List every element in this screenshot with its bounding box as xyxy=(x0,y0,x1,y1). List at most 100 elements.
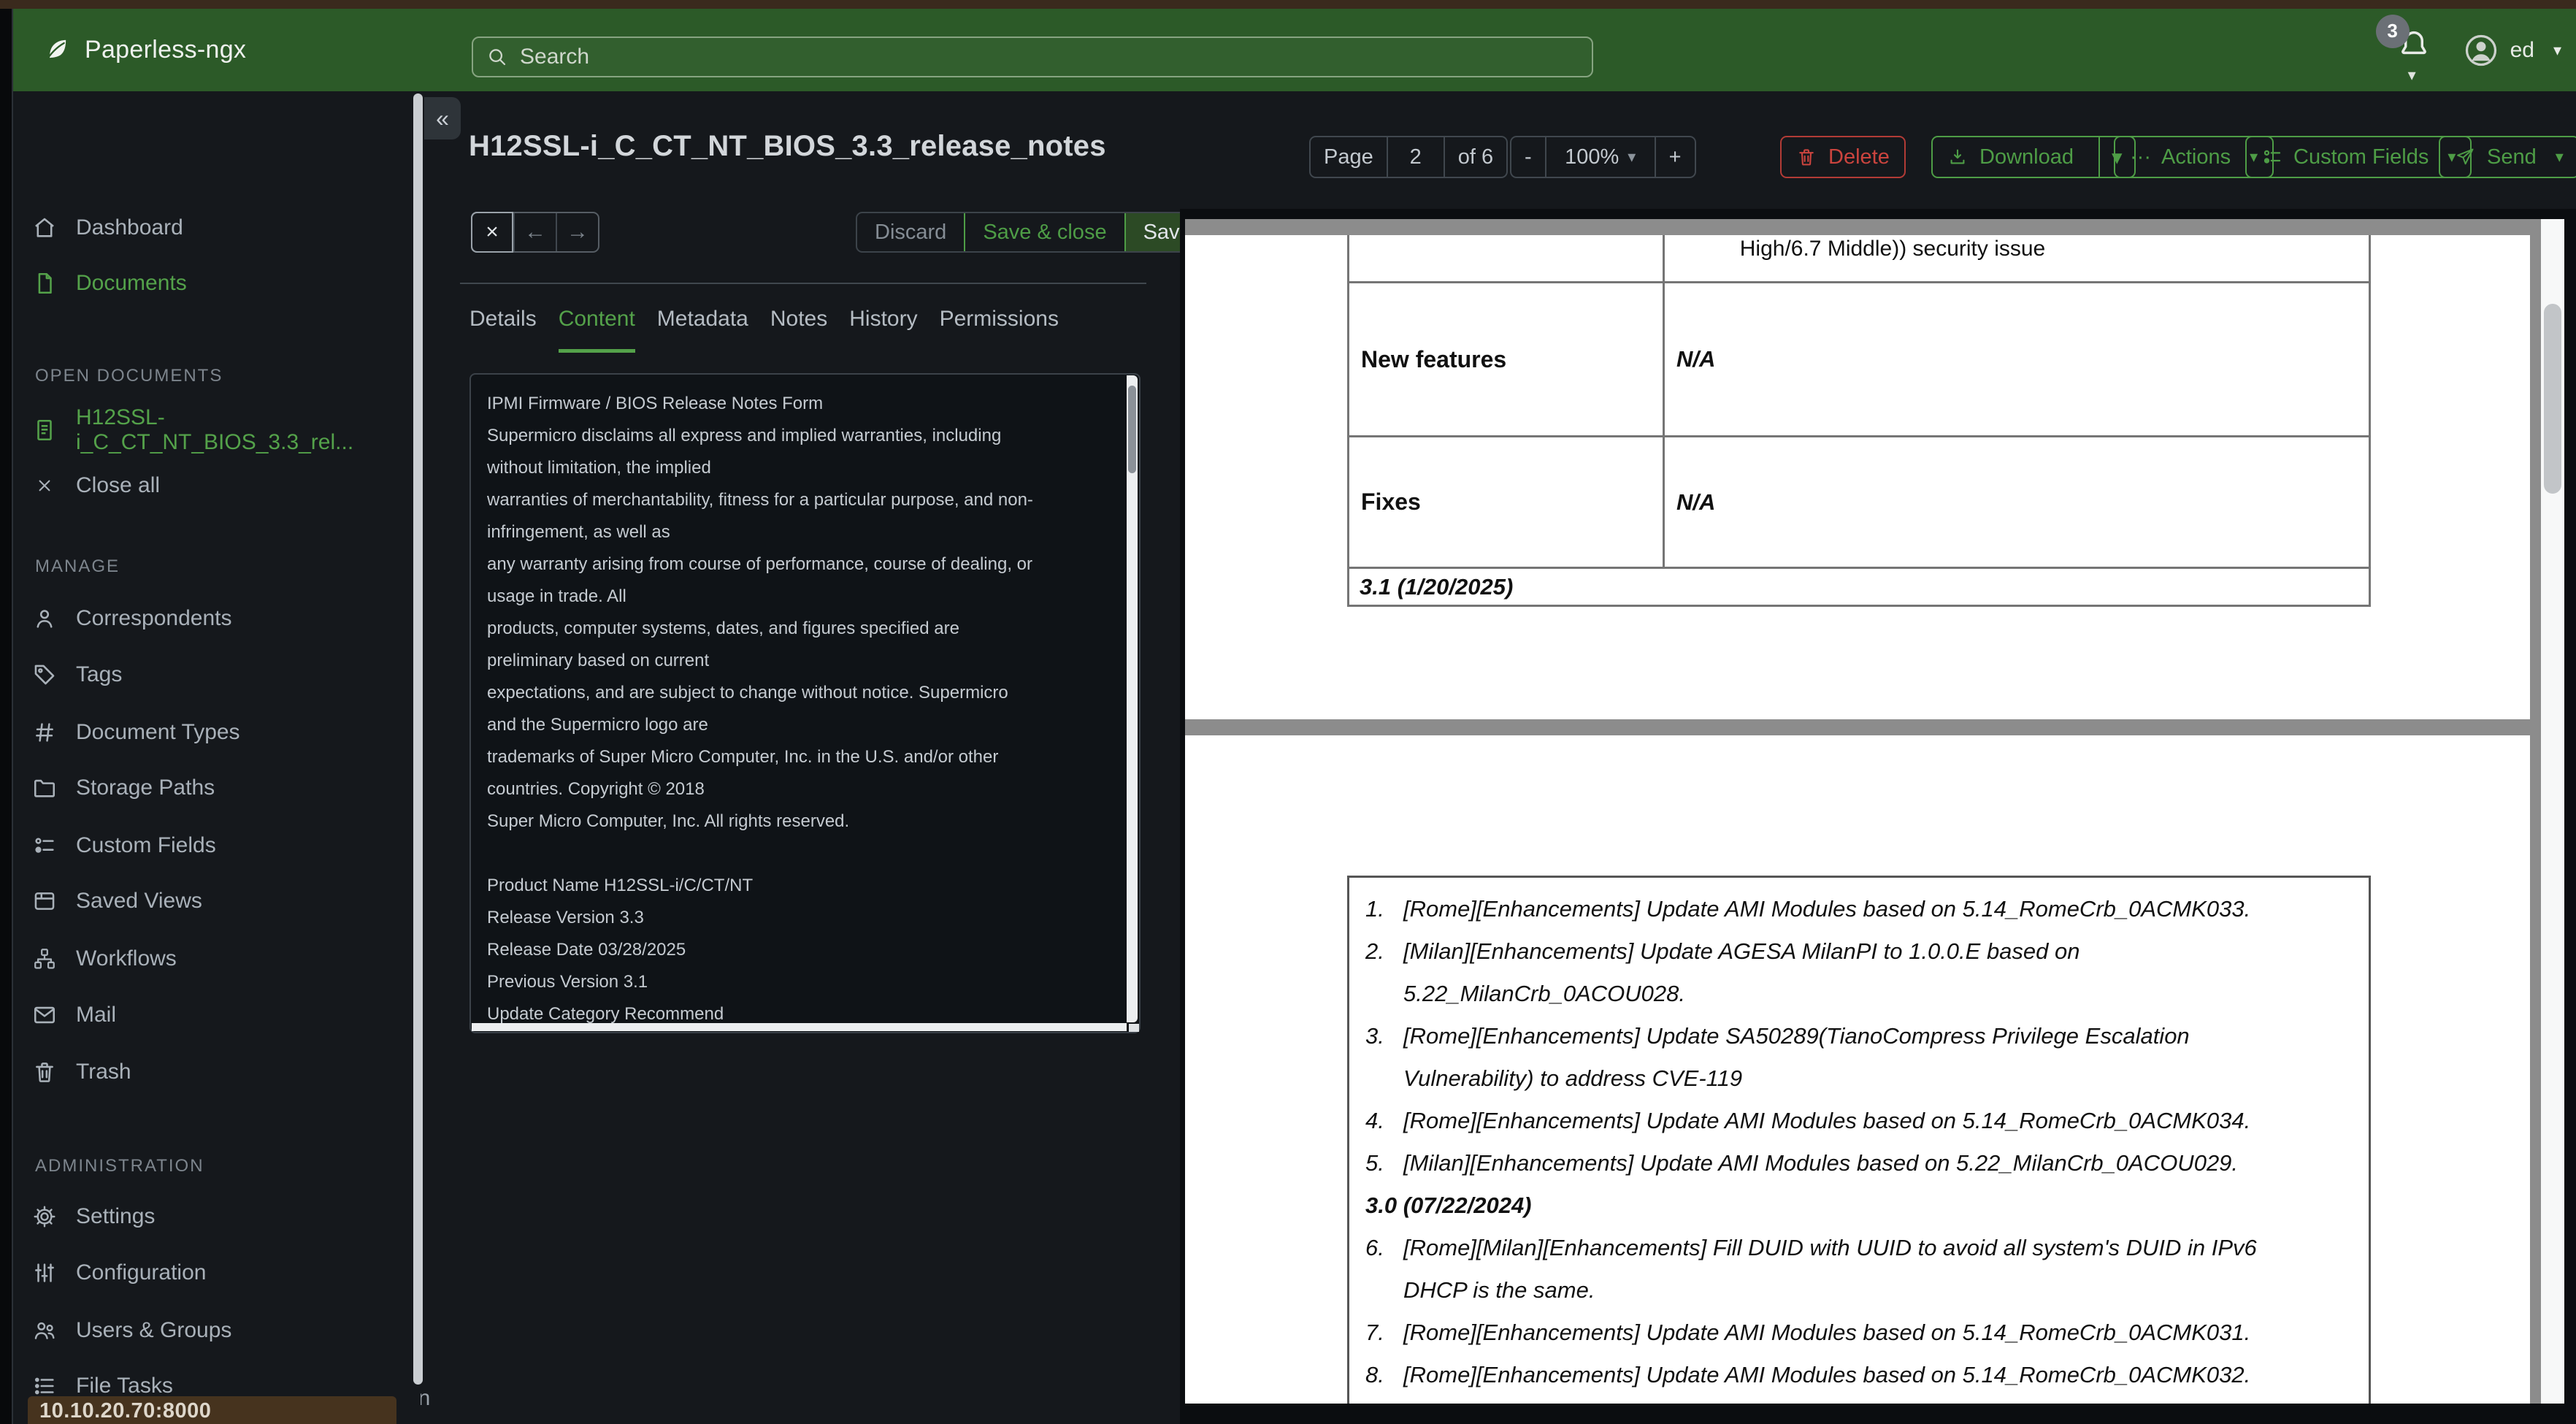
tab-permissions[interactable]: Permissions xyxy=(940,307,1059,353)
table-cell: High/6.7 Middle)) security issue xyxy=(1739,237,2046,261)
ellipsis-icon: ··· xyxy=(2130,145,2151,169)
document-tabs: Details Content Metadata Notes History P… xyxy=(469,307,1059,353)
sidebar: Dashboard Documents OPEN DOCUMENTS H12SS… xyxy=(13,91,421,1424)
zoom-level-select[interactable]: 100% ▾ xyxy=(1544,137,1655,177)
search-icon xyxy=(486,46,508,68)
sidebar-item-storage-paths[interactable]: Storage Paths xyxy=(32,766,215,810)
people-icon xyxy=(32,1318,57,1343)
close-document-button[interactable]: × xyxy=(471,212,513,253)
sidebar-close-all[interactable]: Close all xyxy=(32,464,160,508)
paperless-feather-logo-icon xyxy=(41,36,70,65)
list-number: 7. xyxy=(1365,1320,1384,1345)
sidebar-item-dashboard[interactable]: Dashboard xyxy=(32,206,183,250)
sidebar-item-users-groups[interactable]: Users & Groups xyxy=(32,1309,231,1352)
page-number-input[interactable]: 2 xyxy=(1386,137,1444,177)
tab-content[interactable]: Content xyxy=(558,307,635,353)
list-item: 1. [Rome][Enhancements] Update AMI Modul… xyxy=(1365,888,2357,930)
zoom-in-button[interactable]: + xyxy=(1654,137,1695,177)
send-button[interactable]: Send ▾ xyxy=(2439,136,2576,178)
list-text: Vulnerability) to address CVE-119 xyxy=(1403,1065,1743,1091)
sidebar-item-custom-fields[interactable]: Custom Fields xyxy=(32,824,216,868)
download-button[interactable]: Download xyxy=(1933,137,2088,177)
list-number: 9. xyxy=(1365,1396,1384,1404)
sidebar-item-workflows[interactable]: Workflows xyxy=(32,937,177,981)
discard-button[interactable]: Discard xyxy=(857,213,964,251)
content-resize-grip[interactable] xyxy=(1129,1024,1139,1032)
table-cell-label: Fixes xyxy=(1349,437,1665,567)
sidebar-item-correspondents[interactable]: Correspondents xyxy=(32,597,231,640)
document-title: H12SSL-i_C_CT_NT_BIOS_3.3_release_notes xyxy=(469,130,1106,162)
sidebar-item-configuration[interactable]: Configuration xyxy=(32,1251,206,1295)
sidebar-item-trash[interactable]: Trash xyxy=(32,1050,131,1094)
save-button-group: Discard Save & close Save xyxy=(856,212,1211,253)
sidebar-item-mail[interactable]: Mail xyxy=(32,993,116,1037)
sidebar-collapse-button[interactable]: « xyxy=(424,97,461,139)
sidebar-item-label: Mail xyxy=(76,1003,117,1027)
window-left-edge xyxy=(0,9,13,1424)
table-cell-label: New features xyxy=(1349,283,1665,435)
content-hscrollbar-track[interactable] xyxy=(472,1023,1127,1031)
custom-fields-button[interactable]: Custom Fields ▾ xyxy=(2245,136,2472,178)
page-navigation-group: Page 2 of 6 xyxy=(1309,136,1509,178)
table-row: New features N/A xyxy=(1349,281,2369,435)
content-scrollbar-thumb[interactable] xyxy=(1128,386,1136,473)
sidebar-item-settings[interactable]: Settings xyxy=(32,1195,155,1239)
document-nav-group: × ← → xyxy=(471,212,599,253)
sidebar-item-label: Correspondents xyxy=(76,606,232,630)
document-text-icon xyxy=(32,418,57,443)
sidebar-item-documents[interactable]: Documents xyxy=(32,261,187,305)
list-number: 3. xyxy=(1365,1023,1384,1049)
sidebar-item-label: Tags xyxy=(76,662,123,686)
gear-icon xyxy=(32,1204,57,1229)
list-number: 8. xyxy=(1365,1362,1384,1387)
zoom-out-button[interactable]: - xyxy=(1511,137,1545,177)
sidebar-item-label: Workflows xyxy=(76,946,177,971)
next-document-button[interactable]: → xyxy=(556,213,598,251)
status-url-text: 10.10.20.70:8000 xyxy=(39,1399,212,1423)
table-row: High/6.7 Middle)) security issue xyxy=(1349,235,2369,281)
list-text: [Milan][Enhancements] Update AMI Modules… xyxy=(1403,1150,2239,1176)
sidebar-item-label: H12SSL-i_C_CT_NT_BIOS_3.3_rel... xyxy=(76,405,354,454)
home-icon xyxy=(32,215,57,240)
list-number: 5. xyxy=(1365,1150,1384,1176)
table-cell-value: N/A xyxy=(1676,346,1716,372)
search-input[interactable]: Search xyxy=(472,37,1593,77)
release-notes-table: High/6.7 Middle)) security issue New fea… xyxy=(1347,235,2371,607)
user-menu[interactable]: ed ▾ xyxy=(2462,31,2561,69)
sidebar-item-label: Users & Groups xyxy=(76,1318,232,1342)
tab-history[interactable]: History xyxy=(849,307,917,353)
brand: Paperless-ngx xyxy=(41,36,246,65)
notifications-caret-icon: ▾ xyxy=(2407,65,2416,84)
custom-fields-label: Custom Fields xyxy=(2293,145,2429,169)
tag-icon xyxy=(32,662,57,687)
table-cell xyxy=(1349,235,1665,281)
boxes-icon xyxy=(32,946,57,971)
pdf-viewer[interactable]: High/6.7 Middle)) security issue New fea… xyxy=(1185,219,2564,1404)
zoom-level-value: 100% xyxy=(1565,145,1619,169)
tab-metadata[interactable]: Metadata xyxy=(657,307,748,353)
notifications-button[interactable]: 3 ▾ xyxy=(2375,14,2436,84)
sidebar-item-saved-views[interactable]: Saved Views xyxy=(32,879,202,923)
pdf-scrollbar-thumb[interactable] xyxy=(2544,304,2561,494)
table-cell-value: N/A xyxy=(1676,489,1716,515)
list-text: [Rome][Enhancements] Update AMI Modules … xyxy=(1403,1362,2251,1387)
table-row: Fixes N/A xyxy=(1349,435,2369,567)
list-text: 5.22_MilanCrb_0ACOU028. xyxy=(1403,981,1685,1006)
list-number: 4. xyxy=(1365,1108,1384,1133)
content-textarea[interactable]: IPMI Firmware / BIOS Release Notes Form … xyxy=(469,373,1141,1033)
version-row: 3.1 (1/20/2025) xyxy=(1349,567,2369,605)
tab-notes[interactable]: Notes xyxy=(770,307,827,353)
list-item: 7. [Rome][Enhancements] Update AMI Modul… xyxy=(1365,1312,2357,1354)
sidebar-item-document-types[interactable]: Document Types xyxy=(32,711,240,754)
sidebar-open-document[interactable]: H12SSL-i_C_CT_NT_BIOS_3.3_rel... xyxy=(32,405,421,454)
sidebar-item-tags[interactable]: Tags xyxy=(32,653,122,697)
task-list-icon xyxy=(32,1374,57,1398)
previous-document-button[interactable]: ← xyxy=(513,213,556,251)
tab-details[interactable]: Details xyxy=(469,307,537,353)
send-caret-icon: ▾ xyxy=(2555,148,2564,166)
list-number: 2. xyxy=(1365,938,1384,964)
administration-header: ADMINISTRATION xyxy=(35,1156,204,1176)
sidebar-scrollbar[interactable] xyxy=(413,93,423,1385)
save-and-close-button[interactable]: Save & close xyxy=(964,213,1126,251)
delete-button[interactable]: Delete xyxy=(1780,136,1906,178)
